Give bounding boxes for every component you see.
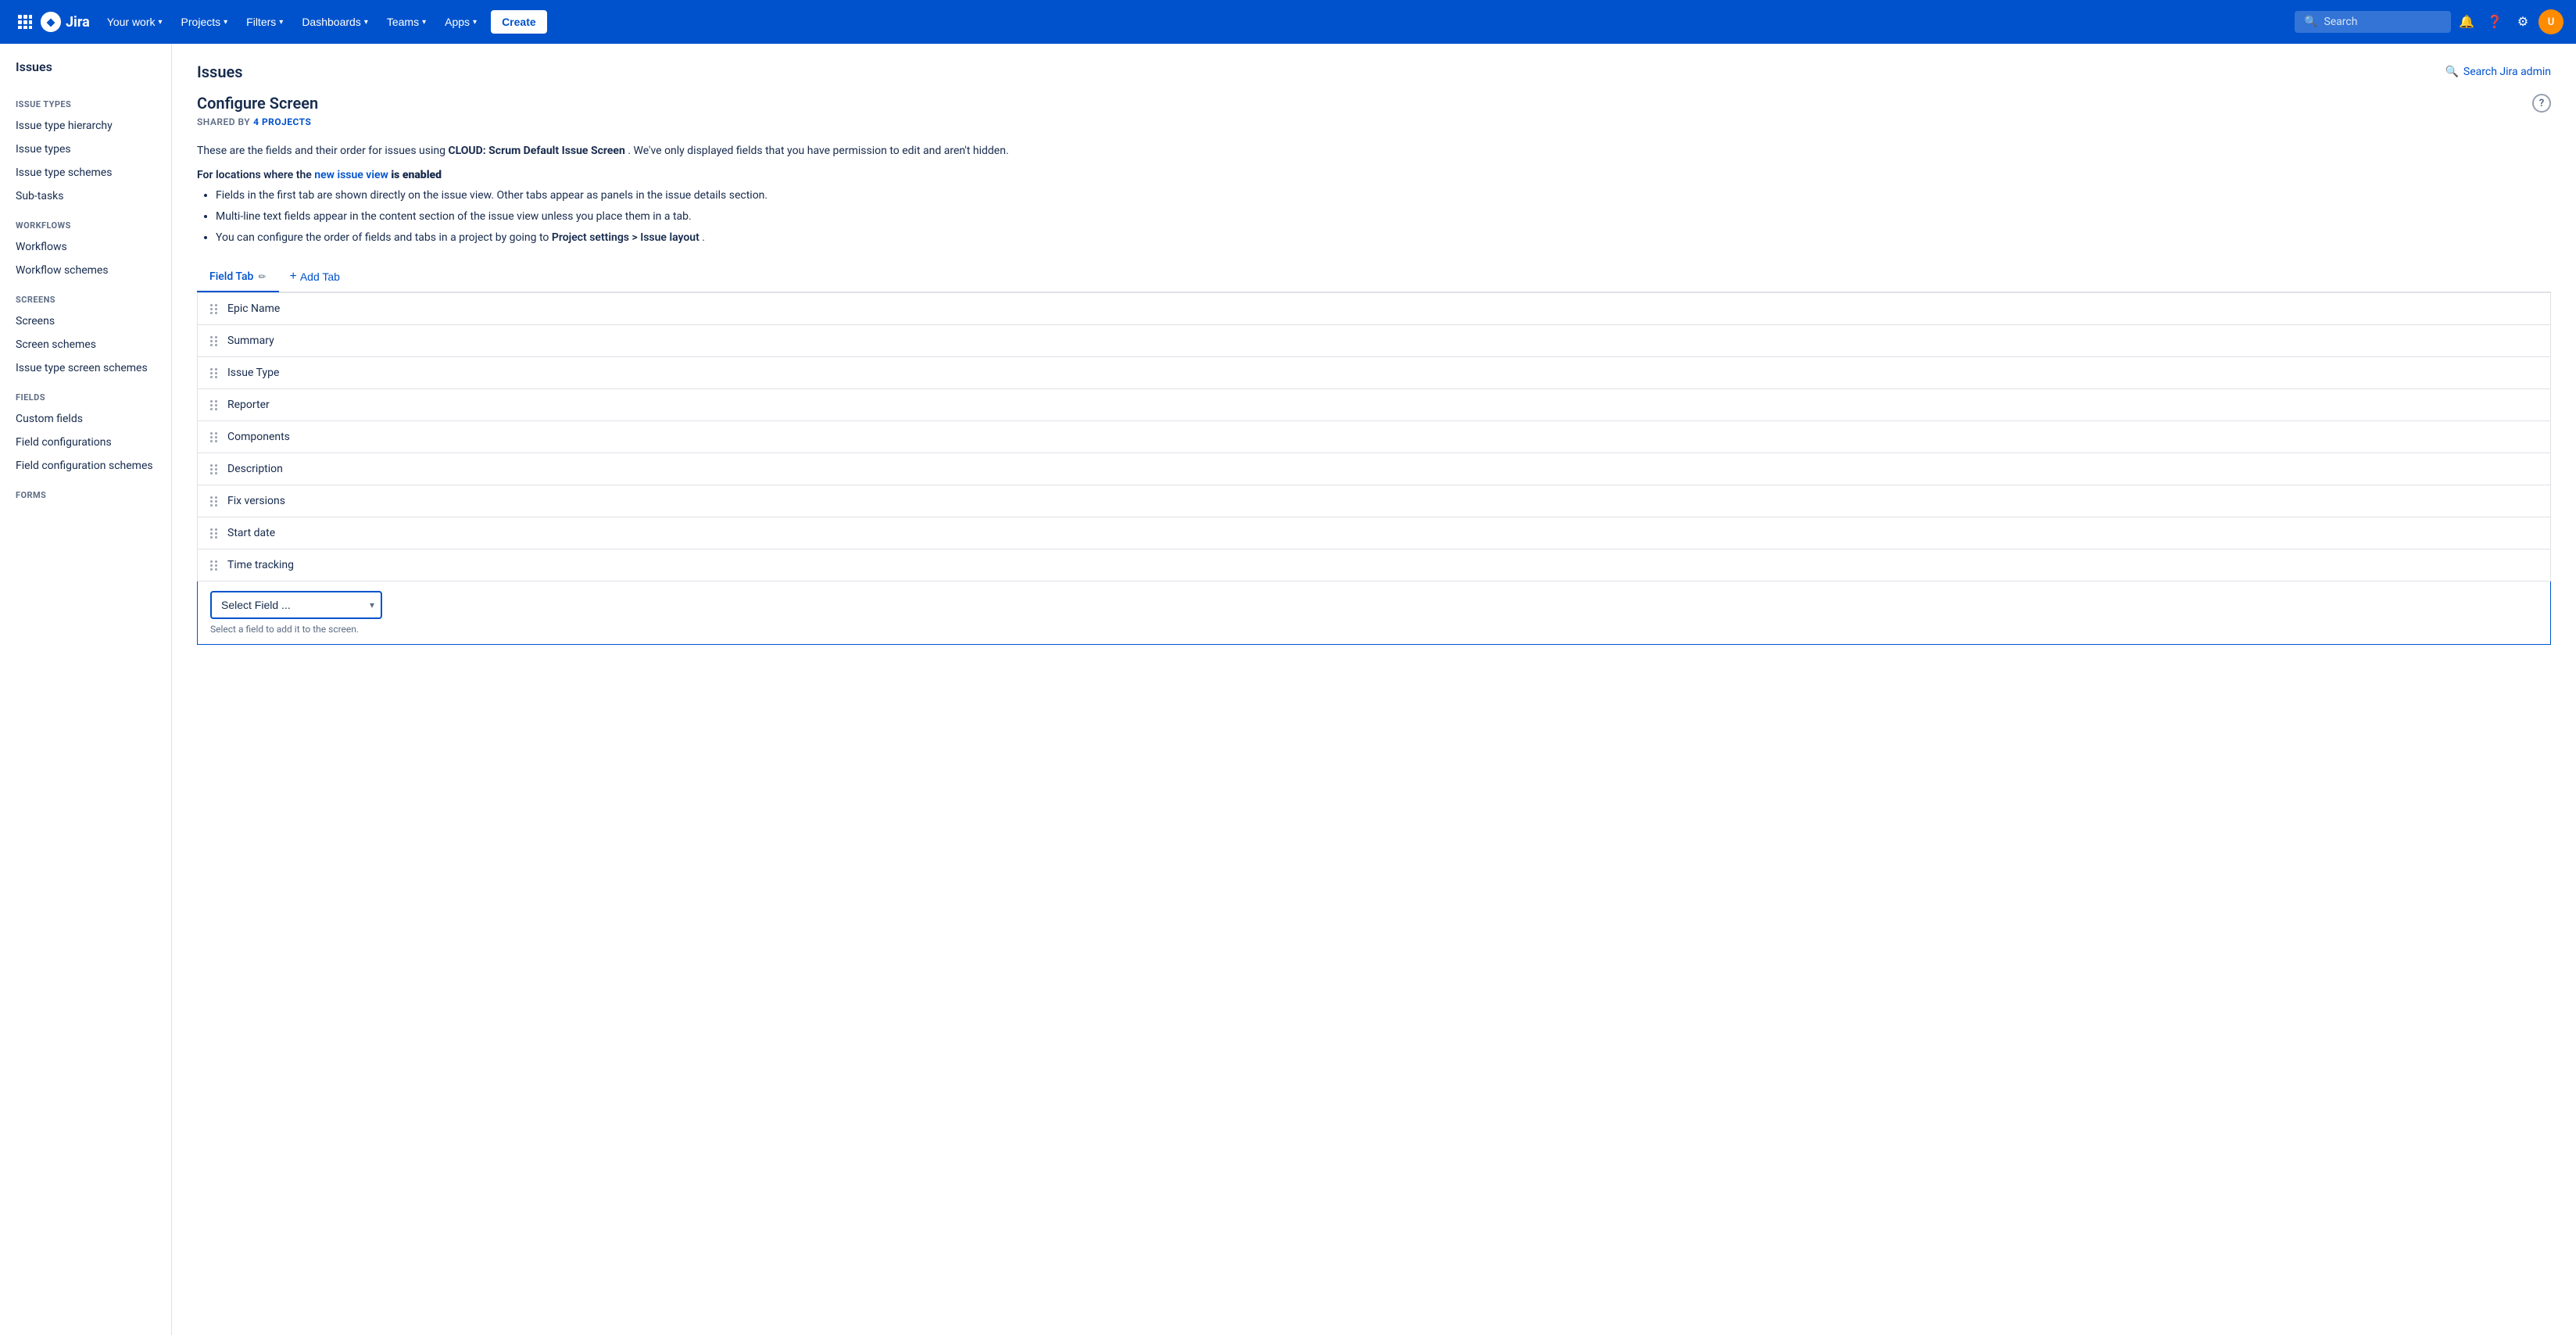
drag-handle-fix-versions[interactable] xyxy=(210,496,218,506)
field-row-start-date: Start date xyxy=(198,517,2550,549)
sidebar-section-screens: Screens xyxy=(0,282,171,310)
search-icon: 🔍 xyxy=(2304,16,2317,28)
field-row-fix-versions: Fix versions xyxy=(198,485,2550,517)
configure-screen-title: Configure Screen xyxy=(197,94,318,113)
page-title: Issues xyxy=(197,63,243,81)
grid-menu-icon[interactable] xyxy=(13,9,38,34)
select-field-dropdown[interactable]: Select Field ... xyxy=(210,591,382,619)
your-work-chevron-icon: ▾ xyxy=(159,18,163,27)
settings-button[interactable]: ⚙ xyxy=(2510,9,2535,34)
projects-chevron-icon: ▾ xyxy=(224,18,227,27)
drag-handle-reporter[interactable] xyxy=(210,400,218,410)
field-row-reporter: Reporter xyxy=(198,389,2550,421)
top-navigation: Jira Your work ▾ Projects ▾ Filters ▾ Da… xyxy=(0,0,2576,44)
info-bullet-1: Fields in the first tab are shown direct… xyxy=(216,188,2551,204)
nav-teams[interactable]: Teams ▾ xyxy=(379,11,434,33)
configure-screen-header: Configure Screen SHARED BY 4 PROJECTS ? xyxy=(197,94,2551,137)
field-row-summary: Summary xyxy=(198,325,2550,357)
nav-projects[interactable]: Projects ▾ xyxy=(174,11,236,33)
jira-logo[interactable]: Jira xyxy=(41,12,90,32)
field-row-issue-type: Issue Type xyxy=(198,357,2550,389)
field-label-start-date: Start date xyxy=(227,527,275,539)
apps-chevron-icon: ▾ xyxy=(473,18,477,27)
sidebar-item-custom-fields[interactable]: Custom fields xyxy=(0,407,171,431)
sidebar-section-forms: Forms xyxy=(0,478,171,505)
nav-apps[interactable]: Apps ▾ xyxy=(437,11,485,33)
help-button[interactable]: ❓ xyxy=(2482,9,2507,34)
create-button[interactable]: Create xyxy=(491,10,547,34)
tab-edit-icon[interactable]: ✏ xyxy=(258,271,266,282)
notifications-button[interactable]: 🔔 xyxy=(2454,9,2479,34)
field-row-components: Components xyxy=(198,421,2550,453)
drag-handle-epic-name[interactable] xyxy=(210,304,218,314)
sidebar-item-field-configuration-schemes[interactable]: Field configuration schemes xyxy=(0,454,171,478)
sidebar-item-sub-tasks[interactable]: Sub-tasks xyxy=(0,184,171,208)
configure-screen-description: These are the fields and their order for… xyxy=(197,143,2551,159)
field-label-components: Components xyxy=(227,431,290,443)
field-label-reporter: Reporter xyxy=(227,399,270,411)
fields-container: Epic Name Summary Issue Type Reporter xyxy=(197,293,2551,582)
search-jira-admin-icon: 🔍 xyxy=(2445,66,2458,78)
sidebar: Issues Issue Types Issue type hierarchy … xyxy=(0,44,172,1335)
field-label-epic-name: Epic Name xyxy=(227,302,280,315)
drag-handle-summary[interactable] xyxy=(210,336,218,346)
main-content: Issues 🔍 Search Jira admin Configure Scr… xyxy=(172,44,2576,1335)
sidebar-item-issue-type-schemes[interactable]: Issue type schemes xyxy=(0,161,171,184)
search-bar[interactable]: 🔍 Search xyxy=(2295,11,2451,33)
sidebar-item-screen-schemes[interactable]: Screen schemes xyxy=(0,333,171,356)
shared-by-badge: SHARED BY 4 PROJECTS xyxy=(197,116,311,127)
help-icon[interactable]: ? xyxy=(2532,94,2551,113)
shared-by-projects-link[interactable]: 4 PROJECTS xyxy=(253,116,311,127)
sidebar-item-issue-type-screen-schemes[interactable]: Issue type screen schemes xyxy=(0,356,171,380)
sidebar-title: Issues xyxy=(0,59,171,87)
search-jira-admin-link[interactable]: 🔍 Search Jira admin xyxy=(2445,66,2551,78)
drag-handle-start-date[interactable] xyxy=(210,528,218,539)
teams-chevron-icon: ▾ xyxy=(422,18,426,27)
sidebar-item-issue-type-hierarchy[interactable]: Issue type hierarchy xyxy=(0,114,171,138)
info-bullet-3: You can configure the order of fields an… xyxy=(216,230,2551,246)
screen-tabs: Field Tab ✏ + Add Tab xyxy=(197,262,2551,293)
sidebar-item-workflow-schemes[interactable]: Workflow schemes xyxy=(0,259,171,282)
add-tab-plus-icon: + xyxy=(290,270,297,284)
sidebar-section-workflows: Workflows xyxy=(0,208,171,235)
select-field-wrapper: Select Field ... ▾ xyxy=(210,591,382,619)
sidebar-item-screens[interactable]: Screens xyxy=(0,310,171,333)
sidebar-section-issue-types: Issue Types xyxy=(0,87,171,114)
info-bullet-2: Multi-line text fields appear in the con… xyxy=(216,209,2551,225)
dashboards-chevron-icon: ▾ xyxy=(364,18,368,27)
field-row-description: Description xyxy=(198,453,2550,485)
sidebar-section-fields: Fields xyxy=(0,380,171,407)
field-label-summary: Summary xyxy=(227,335,274,347)
field-row-time-tracking: Time tracking xyxy=(198,549,2550,581)
user-avatar[interactable]: U xyxy=(2538,9,2563,34)
drag-handle-issue-type[interactable] xyxy=(210,368,218,378)
info-bullets: Fields in the first tab are shown direct… xyxy=(197,188,2551,246)
sidebar-item-field-configurations[interactable]: Field configurations xyxy=(0,431,171,454)
drag-handle-time-tracking[interactable] xyxy=(210,560,218,571)
nav-your-work[interactable]: Your work ▾ xyxy=(99,11,170,33)
field-row-epic-name: Epic Name xyxy=(198,293,2550,325)
select-field-hint: Select a field to add it to the screen. xyxy=(210,624,2538,635)
new-issue-view-link[interactable]: new issue view xyxy=(314,169,388,181)
drag-handle-components[interactable] xyxy=(210,432,218,442)
nav-filters[interactable]: Filters ▾ xyxy=(238,11,291,33)
sidebar-item-workflows[interactable]: Workflows xyxy=(0,235,171,259)
field-label-description: Description xyxy=(227,463,283,475)
page-header: Issues 🔍 Search Jira admin xyxy=(197,63,2551,81)
add-tab-button[interactable]: + Add Tab xyxy=(279,262,351,292)
app-layout: Issues Issue Types Issue type hierarchy … xyxy=(0,44,2576,1335)
tab-field-tab[interactable]: Field Tab ✏ xyxy=(197,263,279,292)
new-issue-view-info: For locations where the new issue view i… xyxy=(197,169,2551,246)
drag-handle-description[interactable] xyxy=(210,464,218,474)
nav-dashboards[interactable]: Dashboards ▾ xyxy=(294,11,376,33)
sidebar-item-issue-types[interactable]: Issue types xyxy=(0,138,171,161)
field-label-issue-type: Issue Type xyxy=(227,367,279,379)
filters-chevron-icon: ▾ xyxy=(279,18,283,27)
select-field-container: Select Field ... ▾ Select a field to add… xyxy=(197,582,2551,645)
field-label-fix-versions: Fix versions xyxy=(227,495,285,507)
field-label-time-tracking: Time tracking xyxy=(227,559,294,571)
